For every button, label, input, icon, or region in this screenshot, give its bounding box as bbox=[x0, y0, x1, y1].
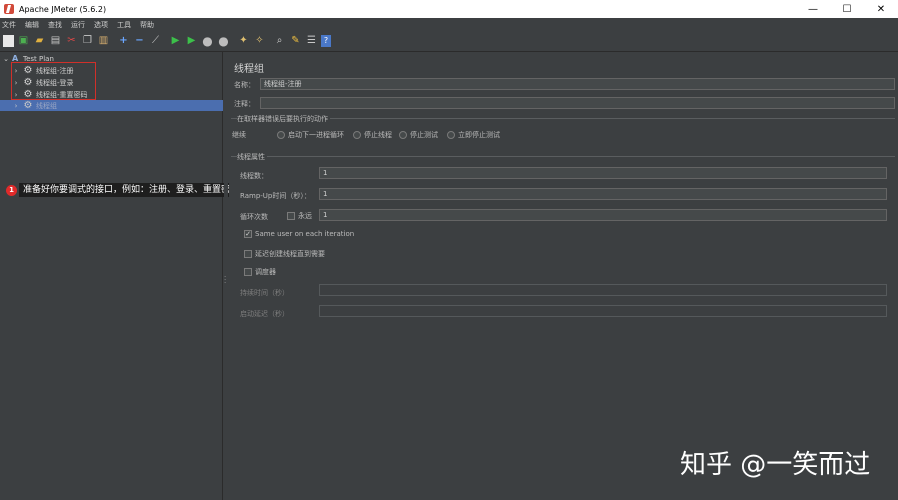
radio-start-next-loop-label: 启动下一进程循环 bbox=[288, 131, 344, 139]
menu-search[interactable]: 查找 bbox=[48, 20, 62, 30]
radio-start-next-loop[interactable]: 启动下一进程循环 bbox=[277, 130, 344, 140]
open-icon[interactable]: ▰ bbox=[33, 35, 46, 48]
stop-icon[interactable]: ● bbox=[201, 35, 214, 48]
templates-icon[interactable]: ▣ bbox=[17, 35, 30, 48]
menu-edit[interactable]: 编辑 bbox=[25, 20, 39, 30]
help-icon[interactable]: ? bbox=[321, 35, 331, 47]
checkmark-icon[interactable]: ✓ bbox=[244, 230, 252, 238]
scheduler-checkbox[interactable]: 调度器 bbox=[244, 267, 276, 277]
clear-icon[interactable]: ✦ bbox=[237, 35, 250, 48]
window-controls: — ☐ ✕ bbox=[796, 0, 898, 18]
radio-continue-label: 继续 bbox=[232, 131, 246, 139]
props-group-border bbox=[231, 156, 895, 157]
clear-all-icon[interactable]: ✧ bbox=[253, 35, 266, 48]
callout-text: 准备好你要调式的接口，例如：注册、登录、重置密码 bbox=[19, 183, 244, 197]
callout-badge: 1 bbox=[6, 184, 17, 196]
radio-stop-thread[interactable]: 停止线程 bbox=[353, 130, 392, 140]
minimize-button[interactable]: — bbox=[796, 0, 830, 18]
annotation-highlight-box bbox=[11, 62, 96, 100]
tree-item-thread-group[interactable]: › ⚙ 线程组 bbox=[0, 100, 223, 111]
same-user-label: Same user on each iteration bbox=[255, 230, 355, 238]
radio-circle[interactable] bbox=[447, 131, 455, 139]
page-title: 线程组 bbox=[234, 64, 264, 75]
delay-thread-checkbox[interactable]: 延迟创建线程直到需要 bbox=[244, 249, 325, 259]
copy-icon[interactable]: ❐ bbox=[81, 35, 94, 48]
threads-label: 线程数： bbox=[240, 172, 268, 180]
name-label: 名称： bbox=[234, 81, 255, 89]
delay-thread-label: 延迟创建线程直到需要 bbox=[255, 250, 325, 258]
forever-label: 永远 bbox=[298, 212, 312, 220]
threads-input[interactable]: 1 bbox=[319, 167, 887, 179]
checkbox-box[interactable] bbox=[287, 212, 295, 220]
props-group-title: 线程属性 bbox=[237, 152, 267, 162]
reset-search-icon[interactable]: ✎ bbox=[289, 35, 302, 48]
thread-group-panel: 线程组 名称： 线程组-注册 注释： 在取样器错误后要执行的动作 继续 启动下一… bbox=[229, 52, 898, 500]
rampup-input[interactable]: 1 bbox=[319, 188, 887, 200]
search-icon[interactable]: ⌕ bbox=[273, 35, 286, 48]
title-bar: Apache JMeter (5.6.2) — ☐ ✕ bbox=[0, 0, 898, 18]
loop-label: 循环次数 bbox=[240, 213, 268, 221]
rampup-label: Ramp-Up时间（秒）： bbox=[240, 192, 311, 200]
save-icon[interactable]: ▤ bbox=[49, 35, 62, 48]
new-icon[interactable] bbox=[3, 35, 14, 47]
name-input[interactable]: 线程组-注册 bbox=[260, 78, 895, 90]
gear-icon: ⚙ bbox=[23, 99, 33, 111]
radio-stop-test-now-label: 立即停止测试 bbox=[458, 131, 500, 139]
radio-stop-test[interactable]: 停止测试 bbox=[399, 130, 438, 140]
watermark-text: 知乎 @一笑而过 bbox=[680, 450, 871, 480]
jmeter-logo-icon bbox=[4, 4, 14, 14]
radio-circle[interactable] bbox=[399, 131, 407, 139]
shutdown-icon[interactable]: ● bbox=[217, 35, 230, 48]
error-group-border bbox=[231, 118, 895, 119]
radio-stop-test-label: 停止测试 bbox=[410, 131, 438, 139]
menu-run[interactable]: 运行 bbox=[71, 20, 85, 30]
window-title: Apache JMeter (5.6.2) bbox=[19, 4, 107, 14]
menu-options[interactable]: 选项 bbox=[94, 20, 108, 30]
startup-delay-label: 启动延迟（秒） bbox=[240, 310, 289, 318]
expand-icon[interactable]: + bbox=[117, 35, 130, 48]
test-plan-tree: ⌄ A Test Plan › ⚙ 线程组-注册 › ⚙ 线程组-登录 › ⚙ … bbox=[0, 52, 244, 500]
loop-input[interactable]: 1 bbox=[319, 209, 887, 221]
menu-tools[interactable]: 工具 bbox=[117, 20, 131, 30]
error-group-title: 在取样器错误后要执行的动作 bbox=[237, 114, 330, 124]
paste-icon[interactable]: ▥ bbox=[97, 35, 110, 48]
toggle-icon[interactable]: ⟋ bbox=[149, 35, 162, 48]
splitter-grip-icon[interactable]: · · · bbox=[224, 274, 226, 287]
radio-continue[interactable]: 继续 bbox=[232, 130, 246, 140]
menu-file[interactable]: 文件 bbox=[2, 20, 16, 30]
tree-item-label: 线程组 bbox=[36, 101, 57, 110]
start-no-pause-icon[interactable]: ▶ bbox=[185, 35, 198, 48]
chevron-right-icon[interactable]: › bbox=[12, 102, 20, 110]
collapse-icon[interactable]: − bbox=[133, 35, 146, 48]
scheduler-label: 调度器 bbox=[255, 268, 276, 276]
start-icon[interactable]: ▶ bbox=[169, 35, 182, 48]
checkbox-box[interactable] bbox=[244, 250, 252, 258]
forever-checkbox[interactable]: 永远 bbox=[287, 211, 312, 221]
startup-delay-input bbox=[319, 305, 887, 317]
checkbox-box[interactable] bbox=[244, 268, 252, 276]
radio-stop-thread-label: 停止线程 bbox=[364, 131, 392, 139]
comment-label: 注释： bbox=[234, 100, 255, 108]
duration-input bbox=[319, 284, 887, 296]
same-user-checkbox[interactable]: ✓ Same user on each iteration bbox=[244, 230, 354, 238]
cut-icon[interactable]: ✂ bbox=[65, 35, 78, 48]
menu-bar: 文件 编辑 查找 运行 选项 工具 帮助 bbox=[0, 18, 898, 31]
annotation-callout: 1 准备好你要调式的接口，例如：注册、登录、重置密码 bbox=[6, 183, 244, 197]
function-helper-icon[interactable]: ☰ bbox=[305, 35, 318, 48]
radio-circle[interactable] bbox=[353, 131, 361, 139]
chevron-down-icon[interactable]: ⌄ bbox=[2, 55, 10, 63]
duration-label: 持续时间（秒） bbox=[240, 289, 289, 297]
radio-circle[interactable] bbox=[277, 131, 285, 139]
radio-stop-test-now[interactable]: 立即停止测试 bbox=[447, 130, 500, 140]
maximize-button[interactable]: ☐ bbox=[830, 0, 864, 18]
toolbar: ▣ ▰ ▤ ✂ ❐ ▥ + − ⟋ ▶ ▶ ● ● ✦ ✧ ⌕ ✎ ☰ ? bbox=[0, 31, 898, 52]
comment-input[interactable] bbox=[260, 97, 895, 109]
menu-help[interactable]: 帮助 bbox=[140, 20, 154, 30]
close-button[interactable]: ✕ bbox=[864, 0, 898, 18]
